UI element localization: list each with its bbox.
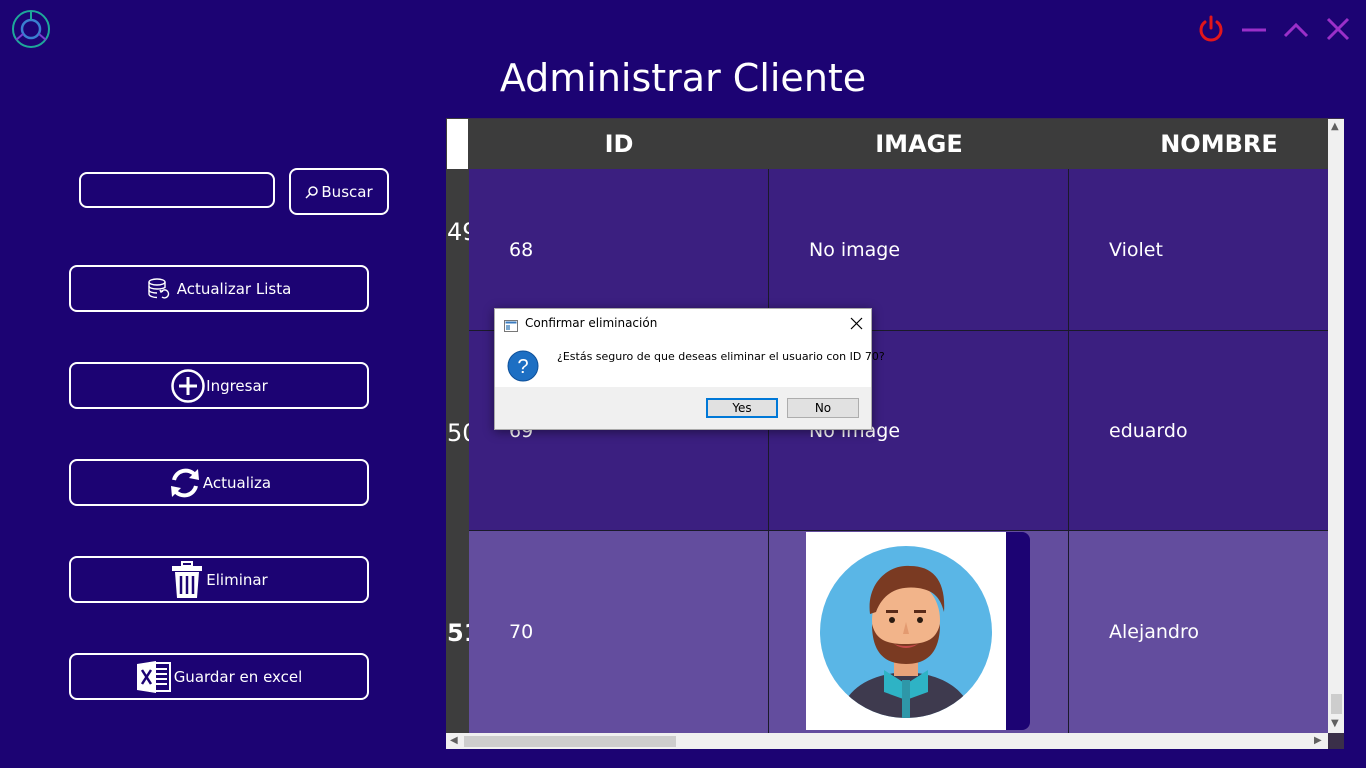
grid-line	[768, 169, 769, 733]
plus-circle-icon	[170, 368, 206, 404]
search-input[interactable]	[79, 172, 275, 208]
grid-line	[1068, 169, 1069, 733]
vertical-scroll-thumb[interactable]	[1331, 694, 1342, 714]
search-button-label: Buscar	[321, 182, 373, 201]
scroll-up-icon[interactable]: ▲	[1331, 121, 1339, 132]
table-header: ID IMAGE NOMBRE	[469, 119, 1328, 169]
update-client-label: Actualiza	[202, 473, 272, 492]
column-header-id[interactable]: ID	[469, 119, 769, 169]
cell-nombre[interactable]: eduardo	[1069, 331, 1328, 531]
app-window-icon	[504, 317, 518, 336]
maximize-icon[interactable]	[1279, 12, 1313, 46]
dialog-message: ¿Estás seguro de que deseas eliminar el …	[557, 350, 885, 363]
vertical-scrollbar[interactable]: ▲ ▼	[1328, 119, 1344, 733]
cell-image[interactable]	[769, 531, 1069, 733]
horizontal-scroll-thumb[interactable]	[464, 736, 676, 747]
minimize-icon[interactable]	[1237, 12, 1271, 46]
yes-button[interactable]: Yes	[706, 398, 778, 418]
cell-id[interactable]: 70	[469, 531, 769, 733]
delete-client-button[interactable]: Eliminar	[69, 556, 369, 603]
dialog-titlebar: Confirmar eliminación	[495, 309, 871, 337]
dialog-body: ? ¿Estás seguro de que deseas eliminar e…	[495, 337, 885, 387]
svg-text:?: ?	[517, 356, 528, 378]
table-row[interactable]: 68 No image Violet	[469, 169, 1328, 331]
scroll-down-icon[interactable]: ▼	[1331, 718, 1339, 729]
add-client-button[interactable]: Ingresar	[69, 362, 369, 409]
refresh-list-button[interactable]: Actualizar Lista	[69, 265, 369, 312]
confirm-dialog: Confirmar eliminación ? ¿Estás seguro de…	[494, 308, 885, 430]
table-corner	[447, 119, 468, 169]
scroll-right-icon[interactable]: ▶	[1314, 735, 1322, 746]
sync-icon	[167, 465, 203, 501]
column-header-nombre[interactable]: NOMBRE	[1069, 119, 1366, 169]
export-excel-button[interactable]: Guardar en excel	[69, 653, 369, 700]
question-icon: ?	[507, 350, 539, 386]
page-title: Administrar Cliente	[499, 56, 867, 100]
search-icon	[305, 185, 319, 199]
cell-image[interactable]: No image	[769, 169, 1069, 331]
app-logo-icon	[10, 8, 52, 50]
power-icon[interactable]	[1194, 12, 1228, 46]
delete-client-label: Eliminar	[206, 570, 268, 589]
refresh-list-label: Actualizar Lista	[176, 279, 292, 298]
row-number: 51	[447, 619, 469, 647]
grid-line	[469, 530, 1328, 531]
dialog-title: Confirmar eliminación	[525, 316, 658, 330]
trash-icon	[170, 560, 204, 599]
add-client-label: Ingresar	[206, 376, 268, 395]
table-row-selected[interactable]: 70 Alejandro	[469, 531, 1328, 733]
row-number: 49	[447, 218, 469, 246]
search-button[interactable]: Buscar	[289, 168, 389, 215]
no-button[interactable]: No	[787, 398, 859, 418]
dialog-close-icon[interactable]	[850, 315, 863, 334]
close-icon[interactable]	[1321, 12, 1355, 46]
cell-nombre[interactable]: Violet	[1069, 169, 1328, 331]
row-number: 50	[447, 419, 469, 447]
cell-nombre[interactable]: Alejandro	[1069, 531, 1328, 733]
scroll-left-icon[interactable]: ◀	[450, 735, 458, 746]
export-excel-label: Guardar en excel	[173, 667, 303, 686]
excel-icon	[136, 660, 172, 694]
cell-id[interactable]: 68	[469, 169, 769, 331]
update-client-button[interactable]: Actualiza	[69, 459, 369, 506]
database-refresh-icon	[147, 277, 171, 301]
column-header-image[interactable]: IMAGE	[769, 119, 1069, 169]
avatar	[806, 532, 1006, 730]
